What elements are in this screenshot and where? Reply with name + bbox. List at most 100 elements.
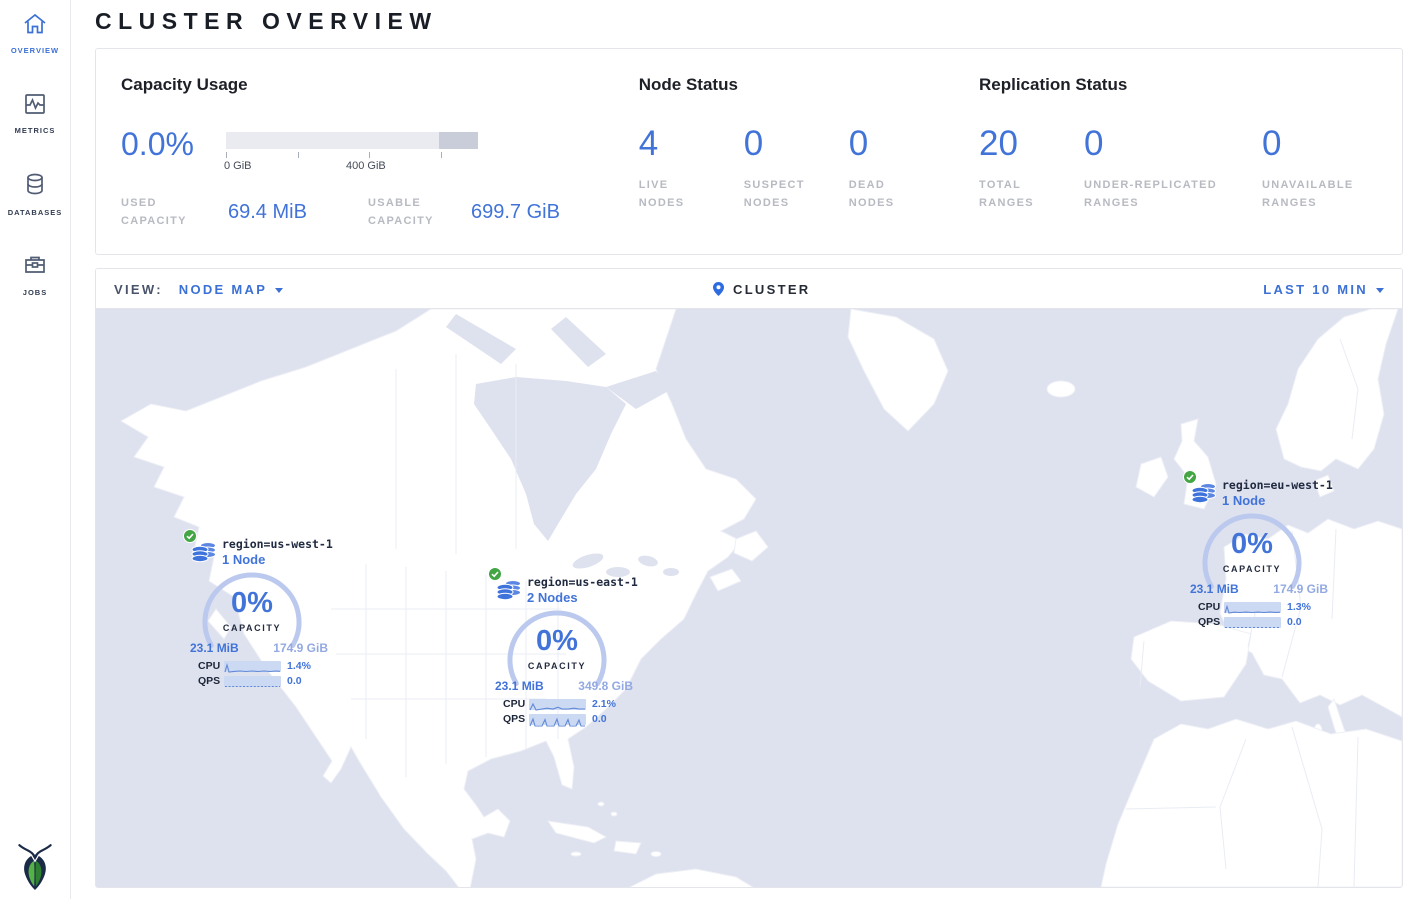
total-ranges-stat: 20 TOTAL RANGES — [979, 125, 1084, 212]
total-ranges-label: TOTAL RANGES — [979, 177, 1045, 212]
page-title: CLUSTER OVERVIEW — [95, 8, 438, 35]
used-capacity-value: 69.4 MiB — [228, 195, 318, 229]
qps-label: QPS — [503, 713, 525, 725]
under-replicated-ranges-stat: 0 UNDER-REPLICATED RANGES — [1084, 125, 1262, 212]
sidebar-item-databases[interactable]: DATABASES — [0, 172, 70, 217]
region-label: region=us-east-1 — [527, 575, 638, 589]
axis-tick — [441, 152, 442, 158]
time-range-dropdown[interactable]: LAST 10 MIN — [1263, 282, 1368, 297]
qps-value: 0.0 — [287, 675, 302, 687]
map-node-us-east-1[interactable]: region=us-east-1 2 Nodes 0% CAPACITY 23.… — [488, 567, 638, 729]
axis-tick — [369, 152, 370, 158]
qps-label: QPS — [198, 675, 220, 687]
region-label: region=us-west-1 — [222, 537, 333, 551]
databases-icon — [22, 172, 48, 203]
capacity-bar-track — [226, 132, 478, 149]
view-selector-dropdown[interactable]: NODE MAP — [179, 282, 267, 297]
map-node-us-west-1[interactable]: region=us-west-1 1 Node 0% CAPACITY 23.1… — [183, 529, 333, 691]
node-count[interactable]: 1 Node — [222, 552, 265, 567]
under-replicated-ranges-label: UNDER-REPLICATED RANGES — [1084, 177, 1249, 212]
chevron-down-icon[interactable] — [1376, 288, 1384, 293]
capacity-percent: 0.0% — [121, 127, 226, 175]
node-usable-capacity: 349.8 GiB — [578, 679, 633, 693]
database-node-icon — [1191, 482, 1217, 509]
node-count[interactable]: 1 Node — [1222, 493, 1265, 508]
region-label: region=eu-west-1 — [1222, 478, 1333, 492]
jobs-icon — [22, 252, 48, 283]
world-map[interactable]: region=us-west-1 1 Node 0% CAPACITY 23.1… — [96, 309, 1402, 887]
axis-tick — [298, 152, 299, 158]
node-count[interactable]: 2 Nodes — [527, 590, 578, 605]
sidebar-item-jobs[interactable]: JOBS — [0, 252, 70, 297]
cockroachdb-logo[interactable] — [15, 841, 55, 891]
cpu-label: CPU — [1198, 601, 1220, 613]
node-used-capacity: 23.1 MiB — [495, 679, 544, 693]
sidebar-item-overview[interactable]: OVERVIEW — [0, 12, 70, 55]
node-status-section: Node Status 4 LIVE NODES 0 SUSPECT NODES… — [639, 75, 979, 254]
axis-tick — [226, 152, 227, 158]
cpu-sparkline — [224, 661, 281, 672]
live-nodes-label: LIVE NODES — [639, 177, 705, 212]
capacity-usage-section: Capacity Usage 0.0% 0 GiB 40 — [96, 75, 639, 254]
view-label: VIEW: — [114, 282, 163, 297]
node-usable-capacity: 174.9 GiB — [1273, 582, 1328, 596]
qps-sparkline — [224, 676, 281, 687]
unavailable-ranges-value: 0 — [1262, 125, 1402, 163]
sidebar: OVERVIEW METRICS DATABASES — [0, 0, 71, 899]
replication-status-section: Replication Status 20 TOTAL RANGES 0 UND… — [979, 75, 1402, 254]
map-breadcrumb: CLUSTER — [713, 282, 811, 297]
suspect-nodes-label: SUSPECT NODES — [744, 177, 814, 212]
dead-nodes-label: DEAD NODES — [849, 177, 909, 212]
node-used-capacity: 23.1 MiB — [190, 641, 239, 655]
cpu-label: CPU — [198, 660, 220, 672]
qps-sparkline — [529, 714, 586, 725]
breadcrumb-label: CLUSTER — [733, 282, 811, 297]
cpu-label: CPU — [503, 698, 525, 710]
node-status-title: Node Status — [639, 75, 979, 95]
cluster-summary-panel: Capacity Usage 0.0% 0 GiB 40 — [95, 48, 1403, 255]
metrics-icon — [22, 92, 48, 121]
map-toolbar: VIEW: NODE MAP CLUSTER LAST 10 MIN — [96, 269, 1402, 309]
qps-value: 0.0 — [1287, 616, 1302, 628]
capacity-bar-reserved-segment — [439, 132, 478, 149]
qps-label: QPS — [1198, 616, 1220, 628]
database-node-icon — [191, 541, 217, 568]
qps-sparkline — [1224, 617, 1281, 628]
chevron-down-icon[interactable] — [275, 288, 283, 293]
sidebar-item-label: METRICS — [0, 126, 70, 135]
dead-nodes-value: 0 — [849, 125, 954, 163]
node-usable-capacity: 174.9 GiB — [273, 641, 328, 655]
cpu-value: 2.1% — [592, 698, 616, 710]
qps-value: 0.0 — [592, 713, 607, 725]
capacity-gauge-caption: CAPACITY — [1200, 564, 1304, 574]
capacity-gauge-caption: CAPACITY — [505, 661, 609, 671]
home-icon — [22, 12, 48, 41]
cpu-sparkline — [1224, 602, 1281, 613]
capacity-gauge-caption: CAPACITY — [200, 623, 304, 633]
unavailable-ranges-stat: 0 UNAVAILABLE RANGES — [1262, 125, 1402, 212]
cpu-value: 1.4% — [287, 660, 311, 672]
location-pin-icon — [713, 282, 724, 296]
axis-tick-label: 0 GiB — [224, 160, 252, 172]
sidebar-item-metrics[interactable]: METRICS — [0, 92, 70, 135]
sidebar-item-label: DATABASES — [0, 208, 70, 217]
dead-nodes-stat: 0 DEAD NODES — [849, 125, 954, 212]
usable-capacity-label: USABLE CAPACITY — [368, 195, 462, 230]
cpu-sparkline — [529, 699, 586, 710]
map-node-eu-west-1[interactable]: region=eu-west-1 1 Node 0% CAPACITY 23.1… — [1183, 470, 1333, 632]
capacity-gauge-percent: 0% — [505, 625, 609, 658]
capacity-usage-title: Capacity Usage — [121, 75, 639, 95]
usable-capacity-value: 699.7 GiB — [471, 195, 560, 229]
cluster-overview-page: OVERVIEW METRICS DATABASES — [0, 0, 1418, 899]
capacity-bar: 0 GiB 400 GiB — [226, 127, 478, 175]
suspect-nodes-stat: 0 SUSPECT NODES — [744, 125, 849, 212]
suspect-nodes-value: 0 — [744, 125, 849, 163]
unavailable-ranges-label: UNAVAILABLE RANGES — [1262, 177, 1372, 212]
live-nodes-value: 4 — [639, 125, 744, 163]
database-node-icon — [496, 579, 522, 606]
total-ranges-value: 20 — [979, 125, 1084, 163]
capacity-gauge-percent: 0% — [1200, 528, 1304, 561]
node-used-capacity: 23.1 MiB — [1190, 582, 1239, 596]
axis-tick-label: 400 GiB — [346, 160, 386, 172]
sidebar-item-label: JOBS — [0, 288, 70, 297]
